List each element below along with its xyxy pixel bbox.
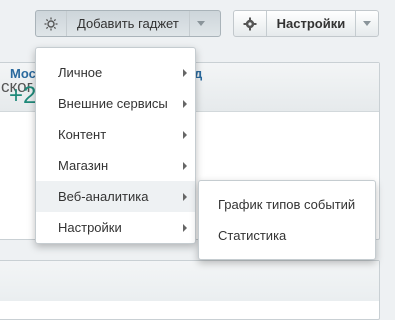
menu-item-label: Контент bbox=[58, 127, 107, 142]
gear-icon bbox=[234, 11, 267, 36]
chevron-right-icon bbox=[183, 99, 187, 108]
menu-item-label: Веб-аналитика bbox=[58, 189, 149, 204]
chevron-down-icon bbox=[188, 11, 212, 36]
gadget-panel-2 bbox=[0, 260, 380, 320]
settings-label: Настройки bbox=[276, 16, 346, 31]
panel-link-left[interactable]: Мос bbox=[10, 66, 36, 81]
menu-item-content[interactable]: Контент bbox=[36, 119, 195, 150]
submenu-item-label: График типов событий bbox=[218, 197, 356, 212]
chevron-down-icon bbox=[355, 11, 378, 36]
metric-value: +2 bbox=[9, 82, 37, 109]
menu-item-external-services[interactable]: Внешние сервисы bbox=[36, 88, 195, 119]
submenu-item-label: Статистика bbox=[218, 228, 287, 243]
menu-item-web-analytics[interactable]: Веб-аналитика bbox=[36, 181, 195, 212]
chevron-right-icon bbox=[183, 68, 187, 77]
settings-button[interactable]: Настройки bbox=[233, 10, 379, 37]
add-gadget-menu: Личное Внешние сервисы Контент Магазин В… bbox=[35, 47, 196, 244]
menu-item-settings[interactable]: Настройки bbox=[36, 212, 195, 243]
web-analytics-submenu: График типов событий Статистика bbox=[198, 180, 376, 260]
sun-icon bbox=[36, 11, 67, 36]
menu-item-label: Внешние сервисы bbox=[58, 96, 168, 111]
add-gadget-button[interactable]: Добавить гаджет bbox=[35, 10, 221, 37]
chevron-right-icon bbox=[183, 161, 187, 170]
chevron-right-icon bbox=[183, 192, 187, 201]
menu-item-label: Магазин bbox=[58, 158, 109, 173]
panel2-header bbox=[0, 261, 379, 301]
menu-item-personal[interactable]: Личное bbox=[36, 57, 195, 88]
submenu-item-statistics[interactable]: Статистика bbox=[199, 220, 375, 251]
menu-item-shop[interactable]: Магазин bbox=[36, 150, 195, 181]
chevron-right-icon bbox=[183, 130, 187, 139]
add-gadget-label: Добавить гаджет bbox=[77, 16, 179, 31]
chevron-right-icon bbox=[183, 223, 187, 232]
menu-item-label: Личное bbox=[58, 65, 103, 80]
submenu-item-event-types-chart[interactable]: График типов событий bbox=[199, 189, 375, 220]
menu-item-label: Настройки bbox=[58, 220, 122, 235]
